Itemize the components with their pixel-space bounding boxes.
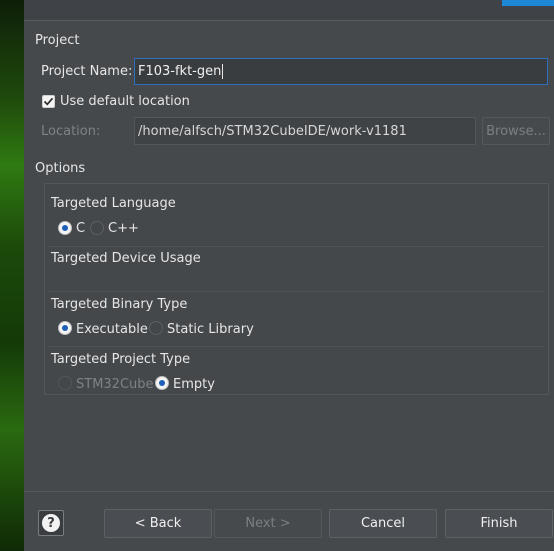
use-default-location-label[interactable]: Use default location	[60, 94, 190, 109]
binary-executable-label[interactable]: Executable	[76, 322, 148, 337]
language-cpp-label[interactable]: C++	[108, 221, 139, 236]
project-type-group	[48, 346, 544, 347]
button-bar-separator	[24, 491, 554, 492]
binary-type-group	[48, 291, 544, 292]
binary-static-library-radio[interactable]	[149, 321, 163, 335]
project-name-input[interactable]: F103-fkt-gen	[134, 58, 548, 85]
project-type-stm32cube-label[interactable]: STM32Cube	[76, 377, 154, 392]
binary-static-library-label[interactable]: Static Library	[167, 322, 254, 337]
checkmark-icon	[43, 97, 54, 106]
project-type-stm32cube-radio[interactable]	[58, 376, 72, 390]
next-button[interactable]: Next >	[214, 509, 322, 538]
language-c-radio[interactable]	[58, 221, 72, 235]
language-cpp-radio[interactable]	[90, 221, 104, 235]
header-accent-bar	[502, 0, 554, 6]
binary-executable-radio[interactable]	[58, 321, 72, 335]
dialog-header-band	[24, 0, 554, 21]
help-icon: ?	[42, 514, 60, 532]
location-value: /home/alfsch/STM32CubeIDE/work-v1181	[138, 123, 407, 139]
project-name-value: F103-fkt-gen	[138, 64, 222, 79]
new-project-dialog: Project Project Name: F103-fkt-gen Use d…	[24, 0, 554, 551]
location-input[interactable]: /home/alfsch/STM32CubeIDE/work-v1181	[134, 117, 476, 145]
desktop-background	[0, 0, 24, 551]
text-caret	[222, 64, 224, 79]
finish-button[interactable]: Finish	[445, 509, 553, 538]
back-button[interactable]: < Back	[104, 509, 212, 538]
device-usage-group	[48, 246, 544, 247]
use-default-location-checkbox[interactable]	[42, 95, 55, 108]
targeted-binary-type-title: Targeted Binary Type	[51, 297, 188, 312]
targeted-project-type-title: Targeted Project Type	[51, 352, 191, 367]
project-type-empty-label[interactable]: Empty	[173, 377, 215, 392]
project-type-empty-radio[interactable]	[155, 376, 169, 390]
help-button[interactable]: ?	[38, 510, 64, 536]
language-c-label[interactable]: C	[76, 221, 85, 236]
project-name-label: Project Name:	[41, 64, 133, 79]
targeted-device-usage-title: Targeted Device Usage	[51, 251, 201, 266]
location-label: Location:	[41, 124, 101, 139]
options-section-title: Options	[35, 161, 86, 176]
cancel-button[interactable]: Cancel	[329, 509, 437, 538]
browse-button[interactable]: Browse...	[482, 117, 550, 145]
project-section-title: Project	[35, 33, 80, 48]
targeted-language-title: Targeted Language	[51, 196, 176, 211]
